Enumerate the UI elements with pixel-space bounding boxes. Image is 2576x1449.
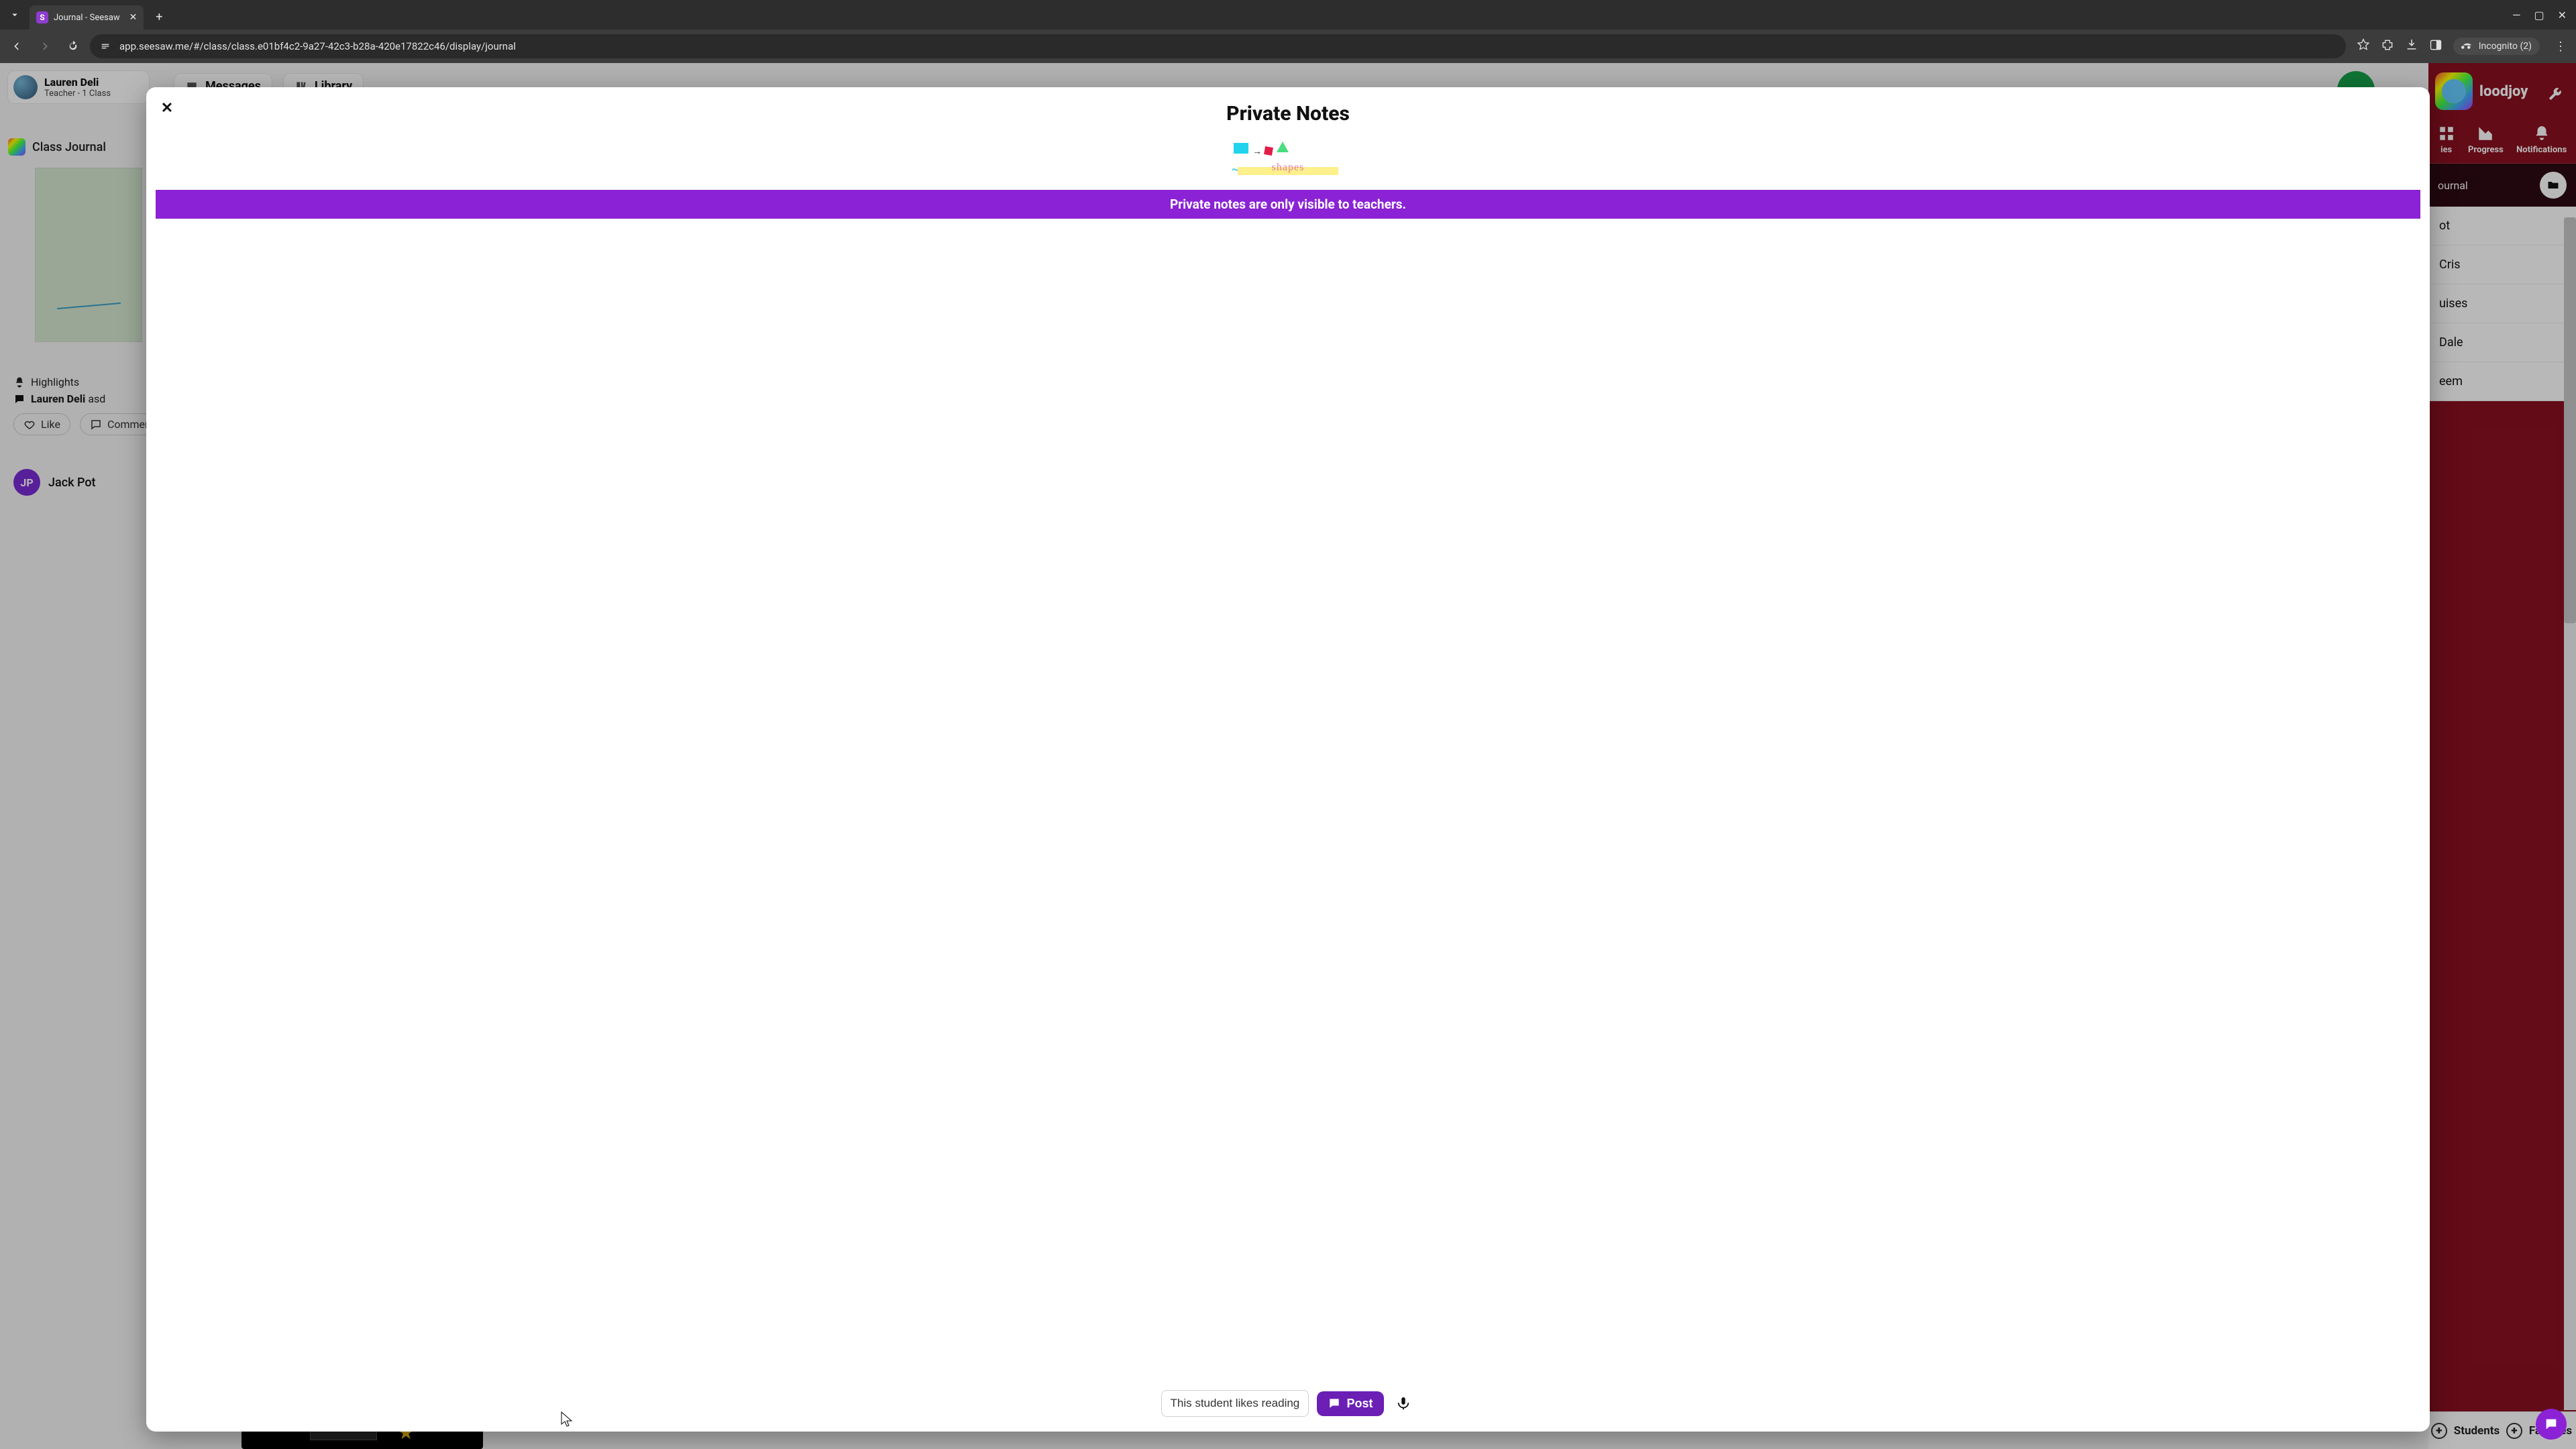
new-tab-button[interactable]: +: [149, 7, 169, 27]
note-thumbnail: → shapes: [1231, 140, 1345, 178]
extensions-icon[interactable]: [2381, 38, 2394, 54]
tab-close-icon[interactable]: ✕: [129, 12, 138, 23]
incognito-label: Incognito (2): [2479, 41, 2532, 52]
site-info-icon[interactable]: [98, 39, 113, 54]
downloads-icon[interactable]: [2405, 38, 2418, 54]
modal-body: [146, 219, 2430, 1379]
chat-bubble-icon: [1328, 1397, 1341, 1410]
nav-back-button[interactable]: [5, 35, 28, 58]
bookmark-star-icon[interactable]: [2357, 38, 2370, 54]
app-viewport: Lauren Deli Teacher - 1 Class Class Jour…: [0, 63, 2576, 1449]
address-bar[interactable]: app.seesaw.me/#/class/class.e01bf4c2-9a2…: [90, 34, 2346, 58]
modal-title: Private Notes: [146, 102, 2430, 125]
incognito-chip[interactable]: Incognito (2): [2453, 38, 2540, 55]
modal-close-button[interactable]: ✕: [157, 98, 177, 118]
window-controls: — ▢ ✕: [2512, 9, 2576, 21]
private-notes-modal: ✕ Private Notes → shapes Private notes a…: [146, 87, 2430, 1432]
chat-icon: [2544, 1417, 2559, 1432]
side-panel-icon[interactable]: [2429, 38, 2443, 54]
tab-search-dropdown[interactable]: [0, 0, 30, 30]
microphone-icon: [1396, 1396, 1411, 1411]
browser-menu-icon[interactable]: ⋮: [2551, 40, 2571, 54]
modal-banner: Private notes are only visible to teache…: [156, 190, 2420, 219]
nav-forward-button[interactable]: [34, 35, 56, 58]
window-close-icon[interactable]: ✕: [2558, 9, 2567, 21]
modal-footer: Post: [146, 1379, 2430, 1432]
post-button[interactable]: Post: [1317, 1391, 1383, 1416]
browser-titlebar: S Journal - Seesaw ✕ + — ▢ ✕: [0, 0, 2576, 30]
browser-tab[interactable]: S Journal - Seesaw ✕: [30, 5, 144, 30]
browser-toolbar: app.seesaw.me/#/class/class.e01bf4c2-9a2…: [0, 30, 2576, 63]
note-input[interactable]: [1161, 1390, 1309, 1417]
nav-reload-button[interactable]: [62, 35, 85, 58]
tab-favicon-icon: S: [36, 11, 48, 23]
tab-title: Journal - Seesaw: [54, 13, 120, 23]
help-chat-fab[interactable]: [2536, 1409, 2567, 1440]
url-text: app.seesaw.me/#/class/class.e01bf4c2-9a2…: [119, 40, 516, 52]
window-minimize-icon[interactable]: —: [2512, 9, 2521, 21]
window-maximize-icon[interactable]: ▢: [2534, 9, 2544, 21]
microphone-button[interactable]: [1392, 1392, 1415, 1415]
post-button-label: Post: [1346, 1397, 1373, 1411]
